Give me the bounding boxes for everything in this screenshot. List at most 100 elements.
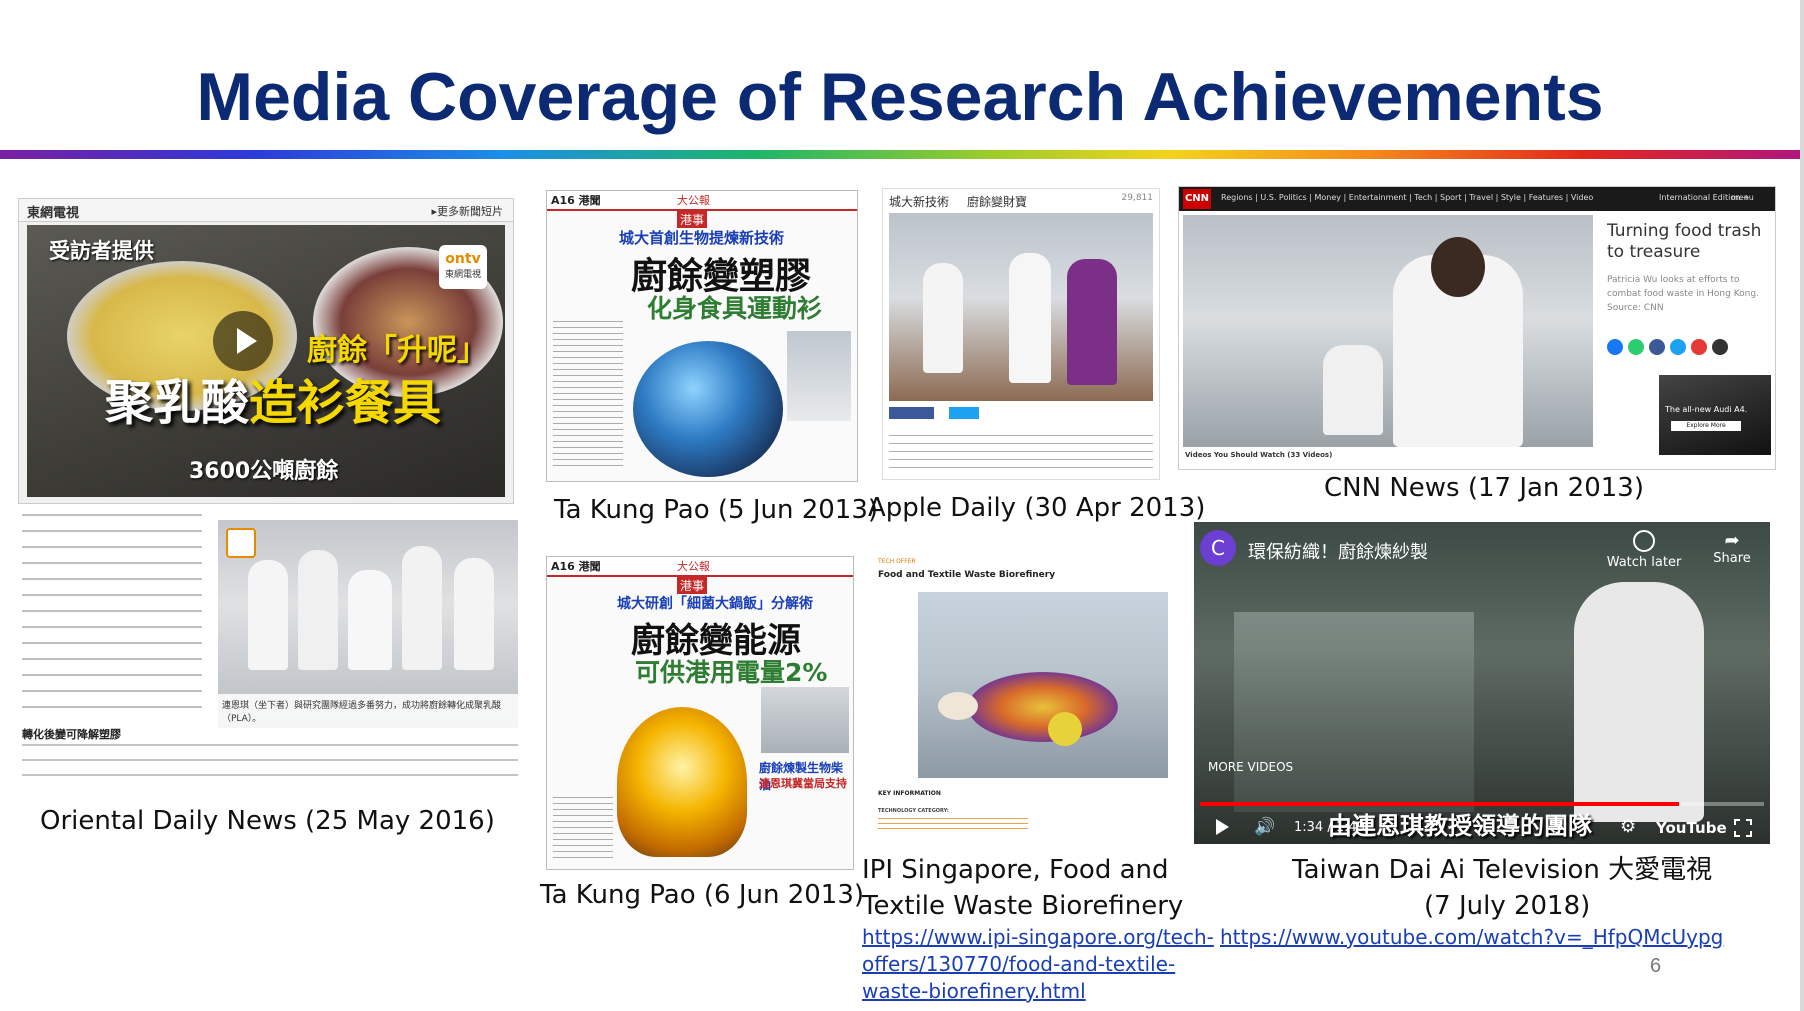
slide-title: Media Coverage of Research Achievements xyxy=(196,59,1604,135)
cnn-ad[interactable]: The all-new Audi A4. Explore More xyxy=(1659,375,1771,455)
tkp1-text-left xyxy=(553,321,623,471)
apple-social-bar[interactable] xyxy=(889,407,1039,419)
oriental-photo-logo xyxy=(226,528,256,558)
share-label: Share xyxy=(1713,551,1751,566)
caption-takungpao-2: Ta Kung Pao (6 Jun 2013) xyxy=(540,880,865,910)
progress-fill xyxy=(1200,802,1680,806)
cnn-logo[interactable]: CNN xyxy=(1183,189,1211,209)
ontv-logo-subtext: 東網電視 xyxy=(444,270,481,280)
tkp2-researcher-photo xyxy=(761,687,849,753)
ipi-tech-category: TECHNOLOGY CATEGORY: xyxy=(878,808,949,814)
player-controls: 🔊 1:34 / 1:49 ⚙ YouTube xyxy=(1194,812,1770,842)
oriental-section-head: 轉化後變可降解塑膠 xyxy=(22,728,121,741)
oriental-headline-2a: 聚乳酸 xyxy=(105,375,250,431)
volume-icon[interactable]: 🔊 xyxy=(1254,817,1275,837)
ipi-document: TECH OFFER Food and Textile Waste Bioref… xyxy=(872,556,1172,846)
cnn-headline: Turning food trash to treasure xyxy=(1607,221,1762,262)
cnn-footer: Videos You Should Watch (33 Videos) xyxy=(1185,451,1333,459)
cnn-ad-button[interactable]: Explore More xyxy=(1671,421,1741,431)
caption-oriental: Oriental Daily News (25 May 2016) xyxy=(40,806,495,836)
ontv-logo-text: ontv xyxy=(445,251,481,267)
tkp2-kicker: 城大研創「細菌大鍋飯」分解術 xyxy=(617,596,813,612)
cnn-summary: Patricia Wu looks at efforts to combat f… xyxy=(1607,275,1759,313)
oriental-text-column xyxy=(22,514,202,714)
cnn-nav-links[interactable]: Regions | U.S. Politics | Money | Entert… xyxy=(1221,193,1593,202)
oriental-article: 連恩琪（坐下者）與研究團隊經過多番努力，成功將廚餘轉化成聚乳酸（PLA）。 轉化… xyxy=(20,512,520,792)
ipi-link-line2[interactable]: offers/130770/food-and-textile- xyxy=(862,951,1175,978)
oriental-video-frame: 受訪者提供 ontv 東網電視 廚餘「升呢」 聚乳酸造衫餐具 3600公噸廚餘 xyxy=(27,225,505,497)
researcher-figure xyxy=(1574,582,1704,822)
tkp2-subhead: 可供港用電量2% xyxy=(635,658,828,687)
oriental-more-link[interactable]: ▸更多新聞短片 xyxy=(431,203,503,219)
takungpao-page-2: A16 港聞 大公報 港事 城大研創「細菌大鍋飯」分解術 廚餘變能源 可供港用電… xyxy=(546,556,854,870)
oriental-channel-label: 東網電視 xyxy=(27,206,80,221)
oriental-photo-caption: 連恩琪（坐下者）與研究團隊經過多番努力，成功將廚餘轉化成聚乳酸（PLA）。 xyxy=(218,694,518,728)
youtube-logo[interactable]: YouTube xyxy=(1656,819,1727,837)
caption-apple-daily: Apple Daily (30 Apr 2013) xyxy=(868,493,1206,523)
ipi-category-lines xyxy=(878,818,1028,830)
tkp2-text-left xyxy=(553,797,613,863)
tkp1-researcher-photo xyxy=(787,331,851,421)
tkp2-masthead: 大公報 xyxy=(677,560,710,573)
cnn-webpage: CNN Regions | U.S. Politics | Money | En… xyxy=(1178,186,1776,470)
ipi-doc-title: Food and Textile Waste Biorefinery xyxy=(878,570,1056,580)
apple-views: 29,811 xyxy=(1121,193,1154,203)
fullscreen-icon[interactable] xyxy=(1734,819,1752,837)
ipi-tag: TECH OFFER xyxy=(878,558,916,565)
cnn-video-frame[interactable] xyxy=(1183,215,1593,447)
cnn-menu[interactable]: menu xyxy=(1731,193,1754,202)
share-arrow-icon: ➦ xyxy=(1724,530,1740,550)
page-number: 6 xyxy=(1650,955,1662,977)
tkp1-kicker: 城大首創生物提煉新技術 xyxy=(619,229,785,247)
apple-tag-2: 廚餘變財寶 xyxy=(967,195,1028,209)
tkp2-section-tag: 港事 xyxy=(677,577,708,594)
youtube-link[interactable]: https://www.youtube.com/watch?v=_HfpQMcU… xyxy=(1220,924,1723,951)
oriental-headline-2: 聚乳酸造衫餐具 xyxy=(105,363,441,433)
oriental-video-thumbnail[interactable]: 東網電視 ▸更多新聞短片 受訪者提供 ontv 東網電視 廚餘「升呢」 聚乳酸造… xyxy=(18,198,514,504)
settings-gear-icon[interactable]: ⚙ xyxy=(1620,816,1636,837)
tkp1-page-tag: A16 港聞 xyxy=(551,194,601,207)
video-title[interactable]: 環保紡織！廚餘煉紗製 xyxy=(1248,538,1428,564)
oriental-subline: 3600公噸廚餘 xyxy=(189,459,339,484)
tkp2-sidebar-2: 連恩琪冀當局支持 xyxy=(759,777,847,790)
caption-taiwan-line2: (7 July 2018) xyxy=(1424,891,1591,921)
cnn-nav-bar: CNN Regions | U.S. Politics | Money | En… xyxy=(1179,187,1775,211)
oriental-provided-label: 受訪者提供 xyxy=(49,239,154,263)
watch-later-button[interactable]: Watch later xyxy=(1604,530,1684,570)
clock-icon xyxy=(1633,530,1655,552)
ipi-key-info: KEY INFORMATION xyxy=(878,790,941,797)
tkp2-page-tag: A16 港聞 xyxy=(551,560,601,573)
time-display: 1:34 / 1:49 xyxy=(1294,820,1366,835)
tkp1-subhead: 化身食具運動衫 xyxy=(647,294,823,323)
apple-lab-photo xyxy=(889,213,1153,401)
cnn-share-icons[interactable] xyxy=(1607,339,1767,357)
apple-daily-article: 城大新技術 廚餘變財寶 29,811 xyxy=(882,188,1160,480)
caption-ipi-line1: IPI Singapore, Food and xyxy=(862,855,1169,885)
ipi-food-photo xyxy=(918,592,1168,778)
apple-body-text xyxy=(889,435,1153,475)
more-videos-label[interactable]: MORE VIDEOS xyxy=(1208,760,1293,774)
watch-later-label: Watch later xyxy=(1606,555,1682,570)
caption-cnn: CNN News (17 Jan 2013) xyxy=(1324,473,1644,503)
caption-takungpao-1: Ta Kung Pao (5 Jun 2013) xyxy=(554,495,879,525)
oriental-text-bottom xyxy=(22,744,518,788)
cnn-ad-text: The all-new Audi A4. xyxy=(1665,405,1748,414)
play-icon[interactable] xyxy=(213,311,273,371)
tkp1-section-tag: 港事 xyxy=(677,211,708,228)
ipi-link-line3[interactable]: waste-biorefinery.html xyxy=(862,978,1086,1005)
rainbow-divider xyxy=(0,150,1800,159)
play-button-icon[interactable] xyxy=(1216,819,1229,835)
oriental-header-bar: 東網電視 ▸更多新聞短片 xyxy=(19,199,513,222)
takungpao-page-1: A16 港聞 大公報 港事 城大首創生物提煉新技術 廚餘變塑膠 化身食具運動衫 xyxy=(546,190,858,482)
ipi-link-line1[interactable]: https://www.ipi-singapore.org/tech- xyxy=(862,924,1214,951)
slide-edge xyxy=(1800,0,1804,1011)
caption-taiwan-line1: Taiwan Dai Ai Television 大愛電視 xyxy=(1292,855,1713,885)
tkp1-globe-image xyxy=(633,341,783,477)
tkp2-lightbulb-image xyxy=(617,707,747,857)
ontv-logo: ontv 東網電視 xyxy=(439,245,487,289)
channel-avatar[interactable]: C xyxy=(1200,530,1236,566)
youtube-embed[interactable]: C 環保紡織！廚餘煉紗製 Watch later ➦ Share MORE VI… xyxy=(1194,522,1770,844)
share-button[interactable]: ➦ Share xyxy=(1704,530,1760,566)
oriental-team-photo: 連恩琪（坐下者）與研究團隊經過多番努力，成功將廚餘轉化成聚乳酸（PLA）。 xyxy=(218,520,518,728)
progress-track[interactable] xyxy=(1200,802,1764,806)
